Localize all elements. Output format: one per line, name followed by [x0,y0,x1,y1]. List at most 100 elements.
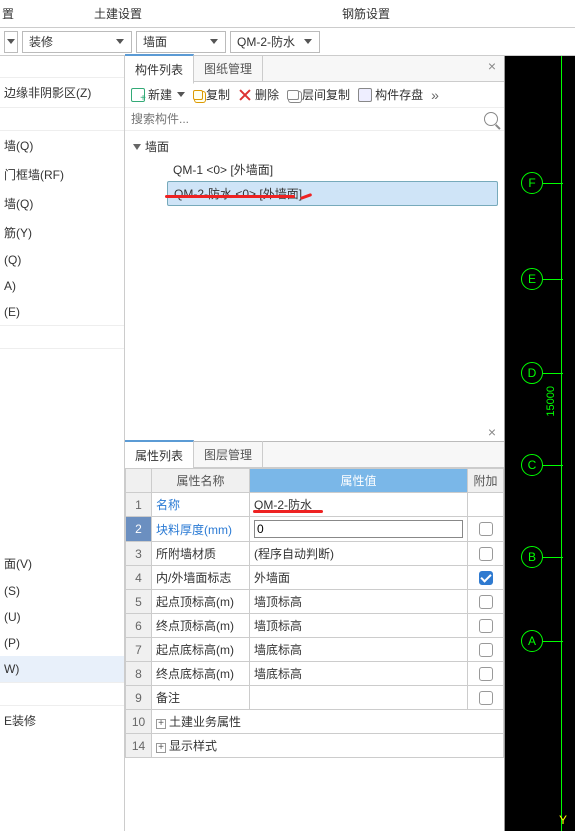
sidebar-item[interactable]: E装修 [0,706,124,735]
sidebar-item[interactable] [0,107,124,131]
sidebar-item-selected[interactable]: W) [0,656,124,682]
header-rownum [126,469,152,493]
header-value: 属性值 [250,469,468,493]
table-row[interactable]: 9备注 [126,686,504,710]
rownum: 5 [126,590,152,614]
table-row[interactable]: 1名称QM-2-防水 [126,493,504,517]
prop-name: 内/外墙面标志 [152,566,250,590]
expand-icon[interactable]: + [156,743,166,753]
tab-drawing-mgmt[interactable]: 图纸管理 [194,55,263,82]
grid-bubble-c: C [521,454,543,476]
sidebar-item[interactable]: 门框墙(RF) [0,160,124,189]
grid-bubble-e: E [521,268,543,290]
checkbox-checked[interactable] [479,571,493,585]
grid-bubble-b: B [521,546,543,568]
prop-group[interactable]: +土建业务属性 [152,710,504,734]
prop-group[interactable]: +显示样式 [152,734,504,758]
thickness-input[interactable] [254,520,463,538]
prop-value[interactable] [250,686,468,710]
sidebar-item[interactable]: (P) [0,630,124,656]
checkbox[interactable] [479,667,493,681]
sidebar-item[interactable]: (U) [0,604,124,630]
prop-value-cell[interactable] [250,517,468,542]
close-icon[interactable]: × [484,424,500,440]
save-button[interactable]: 构件存盘 [358,86,423,103]
table-row[interactable]: 10+土建业务属性 [126,710,504,734]
checkbox[interactable] [479,547,493,561]
header-name: 属性名称 [152,469,250,493]
sidebar-item[interactable]: 边缘非阴影区(Z) [0,78,124,107]
tab-property-list[interactable]: 属性列表 [125,440,194,470]
main-area: 边缘非阴影区(Z) 墙(Q) 门框墙(RF) 墙(Q) 筋(Y) (Q) A) … [0,56,575,831]
ribbon-tab-rebar[interactable]: 钢筋设置 [302,0,430,27]
checkbox[interactable] [479,643,493,657]
tree-root[interactable]: 墙面 [131,135,498,158]
ribbon-tab-civil[interactable]: 土建设置 [54,0,182,27]
table-row[interactable]: 3所附墙材质(程序自动判断) [126,542,504,566]
prop-name: 起点底标高(m) [152,638,250,662]
tab-component-list[interactable]: 构件列表 [125,54,194,84]
dropdown-category[interactable]: 装修 [22,31,132,53]
checkbox[interactable] [479,595,493,609]
annotation-redline [253,510,323,513]
table-row[interactable]: 5起点顶标高(m)墙顶标高 [126,590,504,614]
tree-item-qm1[interactable]: QM-1 <0> [外墙面] [167,158,498,181]
grid-line [543,641,563,642]
prop-value[interactable]: 墙顶标高 [250,614,468,638]
search-input[interactable] [131,112,484,126]
layer-copy-button[interactable]: 层间复制 [287,86,350,103]
prop-value[interactable]: (程序自动判断) [250,542,468,566]
rownum: 6 [126,614,152,638]
dropdown-subcategory[interactable]: 墙面 [136,31,226,53]
sidebar-item[interactable]: 面(V) [0,549,124,578]
cad-viewport[interactable]: F E D C B A 15000 Y [505,56,575,831]
close-icon[interactable]: × [484,58,500,74]
rownum: 4 [126,566,152,590]
dropdown-label: 墙面 [143,33,167,50]
expand-icon[interactable]: + [156,719,166,729]
dropdown-component[interactable]: QM-2-防水 [230,31,320,53]
checkbox[interactable] [479,619,493,633]
prop-value[interactable]: 外墙面 [250,566,468,590]
property-panel-header: 属性列表 图层管理 [125,442,504,468]
table-row[interactable]: 8终点底标高(m)墙底标高 [126,662,504,686]
prop-value[interactable]: 墙底标高 [250,638,468,662]
sidebar-item[interactable]: 墙(Q) [0,189,124,218]
prop-value[interactable]: QM-2-防水 [250,493,468,517]
grid-line [561,56,562,831]
checkbox[interactable] [479,522,493,536]
sidebar-item[interactable]: (E) [0,299,124,325]
ribbon-tab-trunc[interactable]: 置 [0,0,54,27]
left-sidebar: 边缘非阴影区(Z) 墙(Q) 门框墙(RF) 墙(Q) 筋(Y) (Q) A) … [0,56,125,831]
sidebar-item[interactable] [0,682,124,706]
filter-toolbar: 装修 墙面 QM-2-防水 [0,28,575,56]
more-icon[interactable]: » [431,87,439,103]
table-row[interactable]: 7起点底标高(m)墙底标高 [126,638,504,662]
rownum: 8 [126,662,152,686]
search-icon[interactable] [484,112,498,126]
delete-button[interactable]: 删除 [238,86,279,103]
sidebar-item[interactable] [0,325,124,349]
dropdown-floor-trunc[interactable] [4,31,18,53]
tab-layer-mgmt[interactable]: 图层管理 [194,441,263,468]
sidebar-item[interactable]: (S) [0,578,124,604]
table-row[interactable]: 6终点顶标高(m)墙顶标高 [126,614,504,638]
grid-line [543,279,563,280]
table-row[interactable]: 4内/外墙面标志外墙面 [126,566,504,590]
sidebar-item[interactable]: (Q) [0,247,124,273]
expand-icon [133,144,141,150]
tree-item-qm2-selected[interactable]: QM-2-防水 <0> [外墙面] [167,181,498,206]
checkbox[interactable] [479,691,493,705]
rownum: 9 [126,686,152,710]
sidebar-item[interactable]: A) [0,273,124,299]
sidebar-item[interactable]: 墙(Q) [0,131,124,160]
table-row-selected[interactable]: 2块料厚度(mm) [126,517,504,542]
axis-label-y: Y [559,813,567,827]
copy-button[interactable]: 复制 [193,86,230,103]
table-row[interactable]: 14+显示样式 [126,734,504,758]
sidebar-item[interactable] [0,62,124,78]
prop-value[interactable]: 墙底标高 [250,662,468,686]
prop-value[interactable]: 墙顶标高 [250,590,468,614]
new-button[interactable]: 新建 [131,86,185,103]
sidebar-item[interactable]: 筋(Y) [0,218,124,247]
